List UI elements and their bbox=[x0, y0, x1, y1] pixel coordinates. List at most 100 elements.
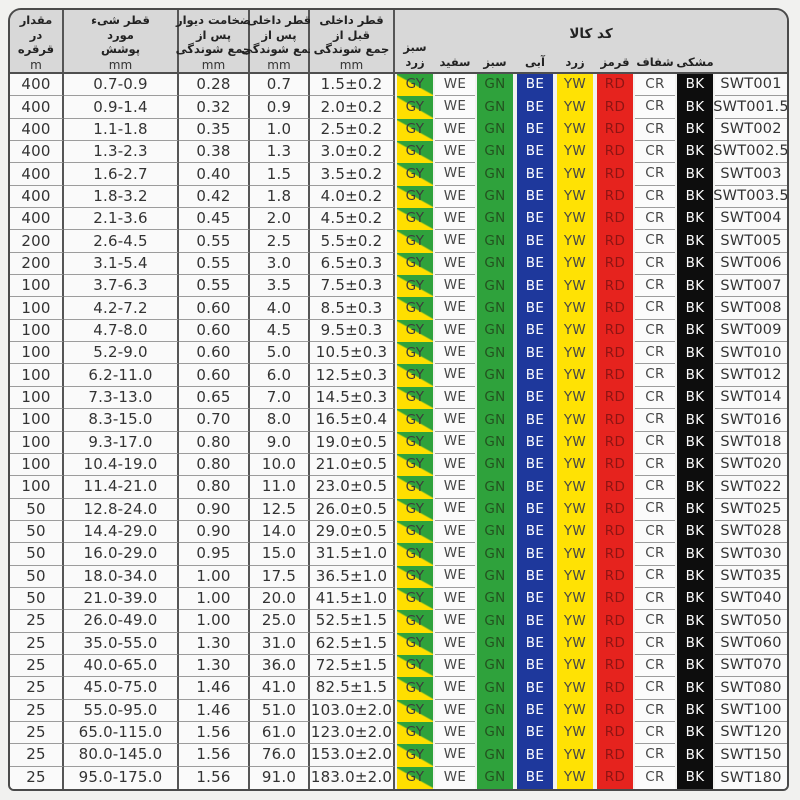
color-code-cell-bk: BK bbox=[675, 744, 715, 766]
color-code-cell-bk: BK bbox=[675, 409, 715, 431]
color-code-cell-be: BE bbox=[515, 700, 555, 722]
color-code-cell-bk: BK bbox=[675, 767, 715, 789]
color-code-cell-cr: CR bbox=[635, 610, 675, 632]
spec-cell: 11.4-21.0 bbox=[64, 476, 179, 498]
color-code-cell-we: WE bbox=[435, 432, 475, 454]
color-code-cell-be: BE bbox=[515, 610, 555, 632]
product-code-cell: SWT001 bbox=[715, 74, 787, 96]
product-code-cell: SWT014 bbox=[715, 387, 787, 409]
spec-cell: 25 bbox=[10, 677, 64, 699]
column-header-object-diameter: قطر شیءموردپوششmm bbox=[64, 10, 179, 74]
header-line: قرقره bbox=[18, 42, 54, 57]
color-code-cell-bk: BK bbox=[675, 655, 715, 677]
color-code-cell-gn: GN bbox=[475, 700, 515, 722]
header-line: جمع شوندگی bbox=[176, 42, 252, 57]
color-code-cell-be: BE bbox=[515, 230, 555, 252]
spec-cell: 16.0-29.0 bbox=[64, 543, 179, 565]
spec-cell: 0.45 bbox=[179, 208, 250, 230]
spec-cell: 1.0 bbox=[250, 119, 310, 141]
spec-cell: 1.3 bbox=[250, 141, 310, 163]
spec-cell: 2.0±0.2 bbox=[310, 96, 395, 118]
header-line: پس از bbox=[176, 28, 252, 43]
color-code-cell-gn: GN bbox=[475, 74, 515, 96]
spec-cell: 91.0 bbox=[250, 767, 310, 789]
spec-cell: 100 bbox=[10, 297, 64, 319]
color-code-cell-be: BE bbox=[515, 633, 555, 655]
spec-cell: 52.5±1.5 bbox=[310, 610, 395, 632]
spec-cell: 1.8-3.2 bbox=[64, 186, 179, 208]
spec-cell: 4.7-8.0 bbox=[64, 320, 179, 342]
color-code-cell-be: BE bbox=[515, 655, 555, 677]
color-name-line: زرد bbox=[565, 55, 584, 69]
color-code-cell-we: WE bbox=[435, 476, 475, 498]
color-name-header-bk: مشکی bbox=[675, 44, 715, 74]
spec-cell: 50 bbox=[10, 566, 64, 588]
color-code-cell-gn: GN bbox=[475, 208, 515, 230]
spec-cell: 62.5±1.5 bbox=[310, 633, 395, 655]
color-code-cell-gy: GY bbox=[395, 744, 435, 766]
color-code-cell-bk: BK bbox=[675, 700, 715, 722]
color-code-cell-cr: CR bbox=[635, 588, 675, 610]
color-code-cell-we: WE bbox=[435, 543, 475, 565]
color-code-cell-rd: RD bbox=[595, 655, 635, 677]
spec-cell: 5.2-9.0 bbox=[64, 342, 179, 364]
spec-cell: 1.6-2.7 bbox=[64, 163, 179, 185]
color-code-cell-gy: GY bbox=[395, 74, 435, 96]
color-code-cell-gy: GY bbox=[395, 566, 435, 588]
color-name-header-cr: شفاف bbox=[635, 44, 675, 74]
product-code-cell: SWT003 bbox=[715, 163, 787, 185]
spec-cell: 8.5±0.3 bbox=[310, 297, 395, 319]
product-code-cell: SWT016 bbox=[715, 409, 787, 431]
color-code-cell-we: WE bbox=[435, 722, 475, 744]
color-code-cell-gn: GN bbox=[475, 230, 515, 252]
color-code-cell-we: WE bbox=[435, 409, 475, 431]
spec-cell: 400 bbox=[10, 186, 64, 208]
product-code-cell: SWT004 bbox=[715, 208, 787, 230]
header-line: قبل از bbox=[314, 28, 390, 43]
color-code-cell-gy: GY bbox=[395, 186, 435, 208]
color-code-cell-yw: YW bbox=[555, 655, 595, 677]
color-code-cell-cr: CR bbox=[635, 364, 675, 386]
spec-cell: 0.80 bbox=[179, 476, 250, 498]
color-code-cell-gy: GY bbox=[395, 275, 435, 297]
spec-cell: 8.0 bbox=[250, 409, 310, 431]
column-header-text: قطر داخلیپس ازجمع شوندگی bbox=[241, 13, 317, 58]
spec-cell: 2.6-4.5 bbox=[64, 230, 179, 252]
color-code-cell-gy: GY bbox=[395, 454, 435, 476]
color-code-cell-gn: GN bbox=[475, 275, 515, 297]
product-code-cell: SWT007 bbox=[715, 275, 787, 297]
spec-cell: 400 bbox=[10, 141, 64, 163]
color-code-cell-be: BE bbox=[515, 476, 555, 498]
spec-cell: 31.0 bbox=[250, 633, 310, 655]
color-code-cell-cr: CR bbox=[635, 543, 675, 565]
color-code-cell-be: BE bbox=[515, 566, 555, 588]
column-header-text: قطر شیءموردپوشش bbox=[91, 13, 150, 58]
color-code-cell-we: WE bbox=[435, 320, 475, 342]
spec-cell: 0.80 bbox=[179, 432, 250, 454]
spec-cell: 0.70 bbox=[179, 409, 250, 431]
color-code-cell-gn: GN bbox=[475, 476, 515, 498]
spec-cell: 400 bbox=[10, 119, 64, 141]
color-code-cell-gy: GY bbox=[395, 700, 435, 722]
spec-cell: 29.0±0.5 bbox=[310, 521, 395, 543]
spec-cell: 100 bbox=[10, 387, 64, 409]
spec-cell: 1.00 bbox=[179, 610, 250, 632]
color-code-cell-cr: CR bbox=[635, 253, 675, 275]
color-code-cell-bk: BK bbox=[675, 387, 715, 409]
color-code-cell-we: WE bbox=[435, 588, 475, 610]
color-code-cell-we: WE bbox=[435, 74, 475, 96]
color-code-cell-yw: YW bbox=[555, 186, 595, 208]
color-code-cell-we: WE bbox=[435, 230, 475, 252]
color-code-cell-rd: RD bbox=[595, 230, 635, 252]
spec-cell: 25.0 bbox=[250, 610, 310, 632]
spec-cell: 21.0±0.5 bbox=[310, 454, 395, 476]
spec-cell: 40.0-65.0 bbox=[64, 655, 179, 677]
color-code-cell-gy: GY bbox=[395, 230, 435, 252]
color-code-cell-yw: YW bbox=[555, 387, 595, 409]
color-name-header-rd: قرمز bbox=[595, 44, 635, 74]
color-code-cell-gy: GY bbox=[395, 767, 435, 789]
color-code-cell-gn: GN bbox=[475, 119, 515, 141]
color-code-cell-cr: CR bbox=[635, 163, 675, 185]
spec-cell: 100 bbox=[10, 342, 64, 364]
color-code-cell-gn: GN bbox=[475, 521, 515, 543]
